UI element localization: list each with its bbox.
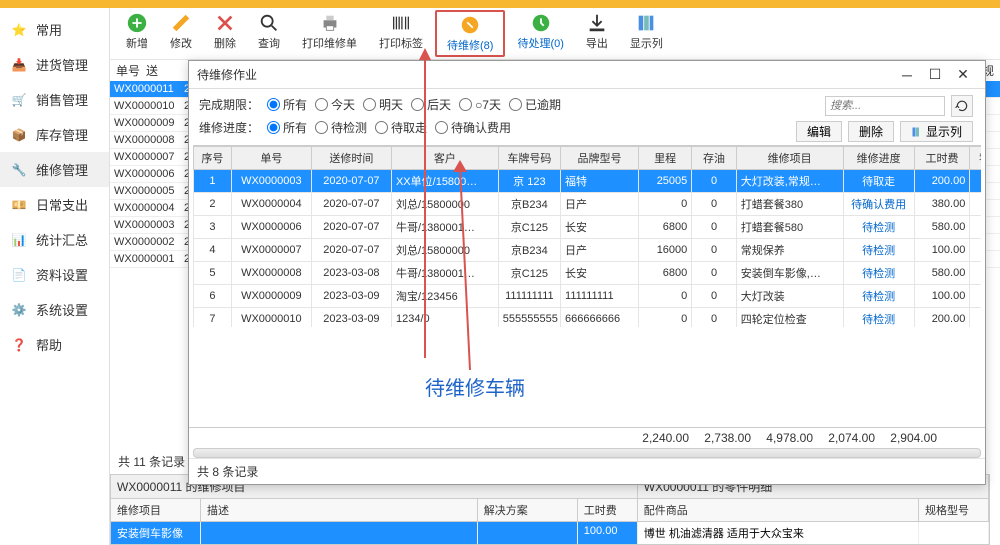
progress-pickup[interactable]: 待取走 (375, 119, 427, 136)
x-icon (214, 12, 236, 34)
toolbar: 新增 修改 删除 查询 打印维修单 打印标签 待维修(8) 待处理(0) 导出 … (110, 8, 1000, 60)
barcode-icon (390, 12, 412, 34)
refresh-button[interactable] (951, 95, 973, 117)
help-icon: ❓ (10, 336, 28, 354)
dlg-columns-button[interactable]: 显示列 (900, 121, 973, 142)
delete-button[interactable]: 删除 (204, 10, 246, 53)
sidebar-item-expense[interactable]: 💴日常支出 (0, 187, 109, 222)
sidebar-item-system[interactable]: ⚙️系统设置 (0, 292, 109, 327)
doc-icon: 📄 (10, 266, 28, 284)
column-header[interactable]: 单号 (231, 147, 311, 170)
column-header[interactable]: 零件费用 (970, 147, 981, 170)
minimize-button[interactable]: ─ (893, 67, 921, 83)
column-header[interactable]: 里程 (638, 147, 691, 170)
search-icon (258, 12, 280, 34)
clock-icon (530, 12, 552, 34)
progress-all[interactable]: 所有 (267, 119, 307, 136)
column-header[interactable]: 存油 (692, 147, 736, 170)
filter-progress-label: 维修进度： (199, 119, 259, 136)
table-row[interactable]: 3WX00000062020-07-07牛哥/1380001…京C125长安68… (194, 216, 982, 239)
column-header[interactable]: 车牌号码 (498, 147, 560, 170)
filter-label-2: 送 (146, 62, 158, 79)
sidebar-item-repair[interactable]: 🔧维修管理 (0, 152, 109, 187)
search-input[interactable] (825, 96, 945, 116)
cart-icon: 🛒 (10, 91, 28, 109)
printer-icon (319, 12, 341, 34)
query-button[interactable]: 查询 (248, 10, 290, 53)
progress-inspect[interactable]: 待检测 (315, 119, 367, 136)
export-icon (586, 12, 608, 34)
col-part-name: 配件商品 (638, 499, 919, 521)
chart-icon: 📊 (10, 231, 28, 249)
deadline-all[interactable]: 所有 (267, 96, 307, 113)
pencil-icon (170, 12, 192, 34)
column-header[interactable]: 客户 (391, 147, 498, 170)
column-header[interactable]: 品牌型号 (561, 147, 639, 170)
dialog-table[interactable]: 序号单号送修时间客户车牌号码品牌型号里程存油维修项目维修进度工时费零件费用合计金… (193, 145, 981, 327)
dialog-record-count: 共 8 条记录 (189, 458, 985, 484)
deadline-today[interactable]: 今天 (315, 96, 355, 113)
column-header[interactable]: 工时费 (914, 147, 970, 170)
column-header[interactable]: 维修进度 (843, 147, 914, 170)
sidebar: ⭐常用 📥进货管理 🛒销售管理 📦库存管理 🔧维修管理 💴日常支出 📊统计汇总 … (0, 8, 110, 545)
table-row[interactable]: 4WX00000072020-07-07刘总/15800000京B234日产16… (194, 239, 982, 262)
box-icon: 📦 (10, 126, 28, 144)
inbox-icon: 📥 (10, 56, 28, 74)
close-button[interactable]: ✕ (949, 66, 977, 83)
horizontal-scrollbar[interactable] (193, 448, 981, 458)
col-repair-item: 维修项目 (111, 499, 201, 521)
table-row[interactable]: 7WX00000102023-03-091234/055555555566666… (194, 308, 982, 328)
deadline-tomorrow[interactable]: 明天 (363, 96, 403, 113)
dlg-edit-button[interactable]: 编辑 (796, 121, 842, 142)
edit-button[interactable]: 修改 (160, 10, 202, 53)
sidebar-item-inventory[interactable]: 📦库存管理 (0, 117, 109, 152)
progress-confirm[interactable]: 待确认费用 (435, 119, 511, 136)
sidebar-item-common[interactable]: ⭐常用 (0, 12, 109, 47)
sum-row: 2,240.00 2,738.00 4,978.00 2,074.00 2,90… (189, 427, 985, 448)
right-panel-row[interactable]: 博世 机油滤清器 适用于大众宝来 (638, 522, 989, 544)
sidebar-item-stats[interactable]: 📊统计汇总 (0, 222, 109, 257)
columns-icon (635, 12, 657, 34)
maximize-button[interactable]: ☐ (921, 66, 949, 83)
pending-repair-button[interactable]: 待维修(8) (435, 10, 505, 57)
deadline-dayafter[interactable]: 后天 (411, 96, 451, 113)
column-header[interactable]: 送修时间 (311, 147, 391, 170)
plus-icon (126, 12, 148, 34)
col-solution: 解决方案 (478, 499, 578, 521)
col-labor-fee: 工时费 (578, 499, 638, 521)
wrench-icon: 🔧 (10, 161, 28, 179)
sidebar-item-sales[interactable]: 🛒销售管理 (0, 82, 109, 117)
table-row[interactable]: 1WX00000032020-07-07XX单位/15800…京 123福特25… (194, 170, 982, 193)
deadline-7days[interactable]: ○7天 (459, 96, 501, 113)
sidebar-item-help[interactable]: ❓帮助 (0, 327, 109, 362)
column-header[interactable]: 序号 (194, 147, 232, 170)
table-row[interactable]: 6WX00000092023-03-09淘宝/12345611111111111… (194, 285, 982, 308)
columns-button[interactable]: 显示列 (620, 10, 673, 53)
print-repair-button[interactable]: 打印维修单 (292, 10, 367, 53)
print-label-button[interactable]: 打印标签 (369, 10, 433, 53)
left-panel-row[interactable]: 安装倒车影像 100.00 (111, 522, 638, 544)
wrench-icon (459, 14, 481, 36)
pending-repair-dialog: 待维修作业 ─ ☐ ✕ 完成期限： 所有 今天 明天 后天 ○7天 已逾期 维修… (188, 60, 986, 485)
star-icon: ⭐ (10, 21, 28, 39)
columns-icon (911, 126, 923, 138)
sidebar-item-data[interactable]: 📄资料设置 (0, 257, 109, 292)
dlg-delete-button[interactable]: 删除 (848, 121, 894, 142)
pending-process-button[interactable]: 待处理(0) (507, 10, 573, 53)
dialog-title: 待维修作业 (197, 66, 893, 83)
col-spec: 规格型号 (919, 499, 989, 521)
sidebar-item-purchase[interactable]: 📥进货管理 (0, 47, 109, 82)
gear-icon: ⚙️ (10, 301, 28, 319)
column-header[interactable]: 维修项目 (736, 147, 843, 170)
col-desc: 描述 (201, 499, 478, 521)
add-button[interactable]: 新增 (116, 10, 158, 53)
filter-label-1: 单号 (116, 62, 140, 79)
table-row[interactable]: 5WX00000082023-03-08牛哥/1380001…京C125长安68… (194, 262, 982, 285)
refresh-icon (955, 99, 969, 113)
filter-deadline-label: 完成期限： (199, 96, 259, 113)
export-button[interactable]: 导出 (576, 10, 618, 53)
money-icon: 💴 (10, 196, 28, 214)
table-row[interactable]: 2WX00000042020-07-07刘总/15800000京B234日产00… (194, 193, 982, 216)
deadline-overdue[interactable]: 已逾期 (509, 96, 561, 113)
